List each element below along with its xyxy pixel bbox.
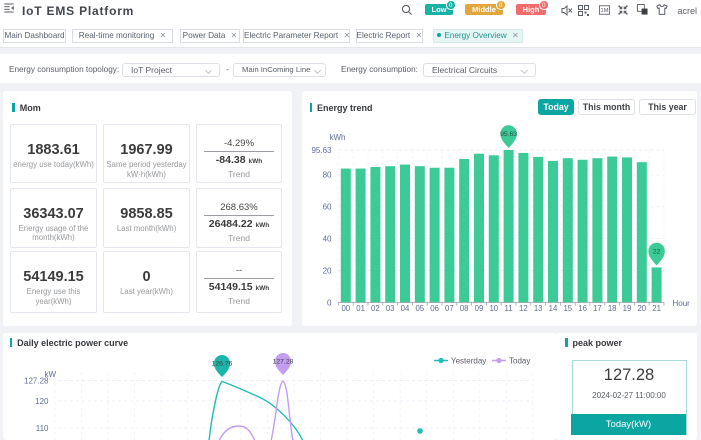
svg-text:40: 40	[323, 235, 332, 244]
svg-text:14: 14	[549, 304, 558, 313]
svg-text:Yesterday: Yesterday	[451, 357, 486, 366]
svg-text:60: 60	[323, 203, 332, 212]
svg-text:03: 03	[386, 304, 395, 313]
svg-text:120: 120	[35, 397, 49, 406]
svg-text:09: 09	[475, 304, 484, 313]
svg-text:15: 15	[563, 304, 572, 313]
svg-text:17: 17	[593, 304, 602, 313]
svg-text:21: 21	[652, 304, 661, 313]
svg-text:02: 02	[371, 304, 380, 313]
svg-text:110: 110	[36, 424, 49, 433]
svg-text:20: 20	[323, 266, 332, 275]
svg-text:Today: Today	[509, 357, 530, 366]
svg-text:06: 06	[430, 304, 439, 313]
svg-text:19: 19	[623, 304, 632, 313]
svg-text:95.63: 95.63	[500, 131, 517, 138]
svg-text:0: 0	[327, 298, 332, 307]
svg-text:11: 11	[505, 304, 513, 313]
svg-text:04: 04	[401, 304, 410, 313]
svg-text:05: 05	[415, 304, 424, 313]
svg-text:80: 80	[323, 171, 332, 180]
svg-text:127.28: 127.28	[273, 359, 294, 366]
svg-text:13: 13	[534, 304, 543, 313]
svg-text:95.63: 95.63	[311, 146, 332, 155]
svg-text:20: 20	[637, 304, 646, 313]
svg-text:22: 22	[653, 248, 661, 255]
svg-text:08: 08	[460, 304, 469, 313]
svg-text:00: 00	[341, 304, 350, 313]
svg-text:16: 16	[578, 304, 587, 313]
svg-text:126.76: 126.76	[212, 361, 233, 368]
svg-text:01: 01	[356, 304, 365, 313]
svg-text:12: 12	[519, 304, 528, 313]
svg-text:127.28: 127.28	[24, 376, 49, 385]
svg-text:18: 18	[608, 304, 617, 313]
svg-text:10: 10	[489, 304, 498, 313]
svg-text:kWh: kWh	[330, 133, 346, 142]
svg-text:1M: 1M	[600, 8, 608, 14]
svg-text:Hour: Hour	[673, 299, 691, 308]
svg-text:07: 07	[445, 304, 454, 313]
